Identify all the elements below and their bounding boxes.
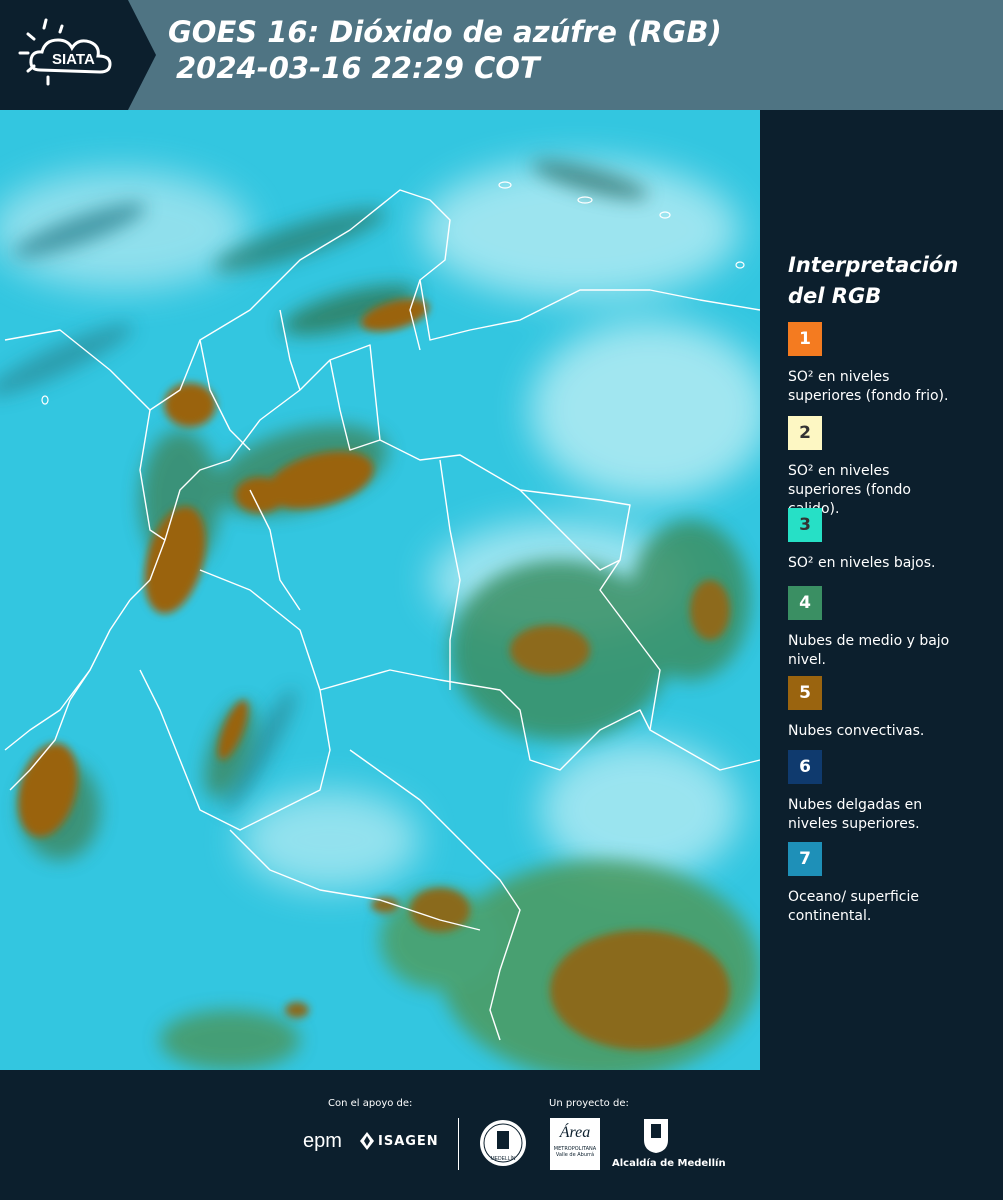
alcaldia-label: Alcaldía de Medellín bbox=[612, 1158, 726, 1169]
legend-title-line2: del RGB bbox=[788, 284, 882, 308]
alcaldia-shield-icon bbox=[643, 1118, 669, 1154]
title-timestamp: 2024-03-16 22:29 COT bbox=[176, 51, 540, 85]
legend-number: 6 bbox=[799, 757, 811, 777]
legend-description: SO² en niveles superiores (fondo frio). bbox=[788, 369, 949, 404]
legend-title-line1: Interpretación bbox=[788, 253, 959, 277]
area-metropolitana-logo: Área METROPOLITANA Valle de Aburrá bbox=[550, 1118, 600, 1170]
legend-item-7: 7 Oceano/ superficie continental. bbox=[788, 842, 998, 926]
legend-item-2: 2 SO² en niveles superiores (fondo calid… bbox=[788, 416, 998, 519]
legend-item-5: 5 Nubes convectivas. bbox=[788, 676, 998, 741]
legend-number: 7 bbox=[799, 849, 811, 869]
legend-swatch: 4 bbox=[788, 586, 822, 620]
legend-description: Oceano/ superficie continental. bbox=[788, 889, 919, 924]
legend-swatch: 3 bbox=[788, 508, 822, 542]
medellin-seal-icon: MEDELLÍN bbox=[478, 1118, 528, 1168]
legend-title: Interpretación del RGB bbox=[788, 250, 958, 312]
legend-item-6: 6 Nubes delgadas en niveles superiores. bbox=[788, 750, 998, 834]
area-logo-sub2: Valle de Aburrá bbox=[555, 1152, 595, 1158]
satellite-map bbox=[0, 110, 760, 1070]
footer-bar: Con el apoyo de: Un proyecto de: epm ISA… bbox=[0, 1070, 1003, 1200]
legend-item-1: 1 SO² en niveles superiores (fondo frio)… bbox=[788, 322, 998, 406]
legend-number: 4 bbox=[799, 593, 811, 613]
legend-swatch: 1 bbox=[788, 322, 822, 356]
footer-divider bbox=[458, 1118, 459, 1170]
legend-swatch: 6 bbox=[788, 750, 822, 784]
area-logo-main: Área bbox=[559, 1124, 591, 1141]
legend-swatch: 7 bbox=[788, 842, 822, 876]
legend-description: Nubes de medio y bajo nivel. bbox=[788, 633, 950, 668]
title-product: GOES 16: Dióxido de azúfre (RGB) bbox=[168, 15, 722, 49]
legend-swatch: 5 bbox=[788, 676, 822, 710]
legend-panel: Interpretación del RGB 1 SO² en niveles … bbox=[760, 110, 1003, 1070]
epm-logo: epm bbox=[303, 1130, 342, 1152]
legend-item-3: 3 SO² en niveles bajos. bbox=[788, 508, 998, 573]
siata-logo: SIATA bbox=[0, 0, 160, 110]
legend-description: Nubes convectivas. bbox=[788, 723, 925, 739]
page-title: GOES 16: Dióxido de azúfre (RGB) 2024-03… bbox=[168, 14, 722, 86]
seal-text: MEDELLÍN bbox=[490, 1155, 515, 1162]
logo-text: SIATA bbox=[52, 51, 95, 68]
header-bar: SIATA GOES 16: Dióxido de azúfre (RGB) 2… bbox=[0, 0, 1003, 110]
legend-description: Nubes delgadas en niveles superiores. bbox=[788, 797, 923, 832]
legend-description: SO² en niveles bajos. bbox=[788, 555, 936, 571]
legend-number: 3 bbox=[799, 515, 811, 535]
legend-number: 2 bbox=[799, 423, 811, 443]
legend-item-4: 4 Nubes de medio y bajo nivel. bbox=[788, 586, 998, 670]
isagen-logo: ISAGEN bbox=[378, 1134, 439, 1149]
support-label: Con el apoyo de: bbox=[328, 1098, 413, 1109]
project-label: Un proyecto de: bbox=[549, 1098, 629, 1109]
legend-swatch: 2 bbox=[788, 416, 822, 450]
legend-number: 5 bbox=[799, 683, 811, 703]
legend-number: 1 bbox=[799, 329, 811, 349]
isagen-mark-icon bbox=[360, 1132, 374, 1150]
